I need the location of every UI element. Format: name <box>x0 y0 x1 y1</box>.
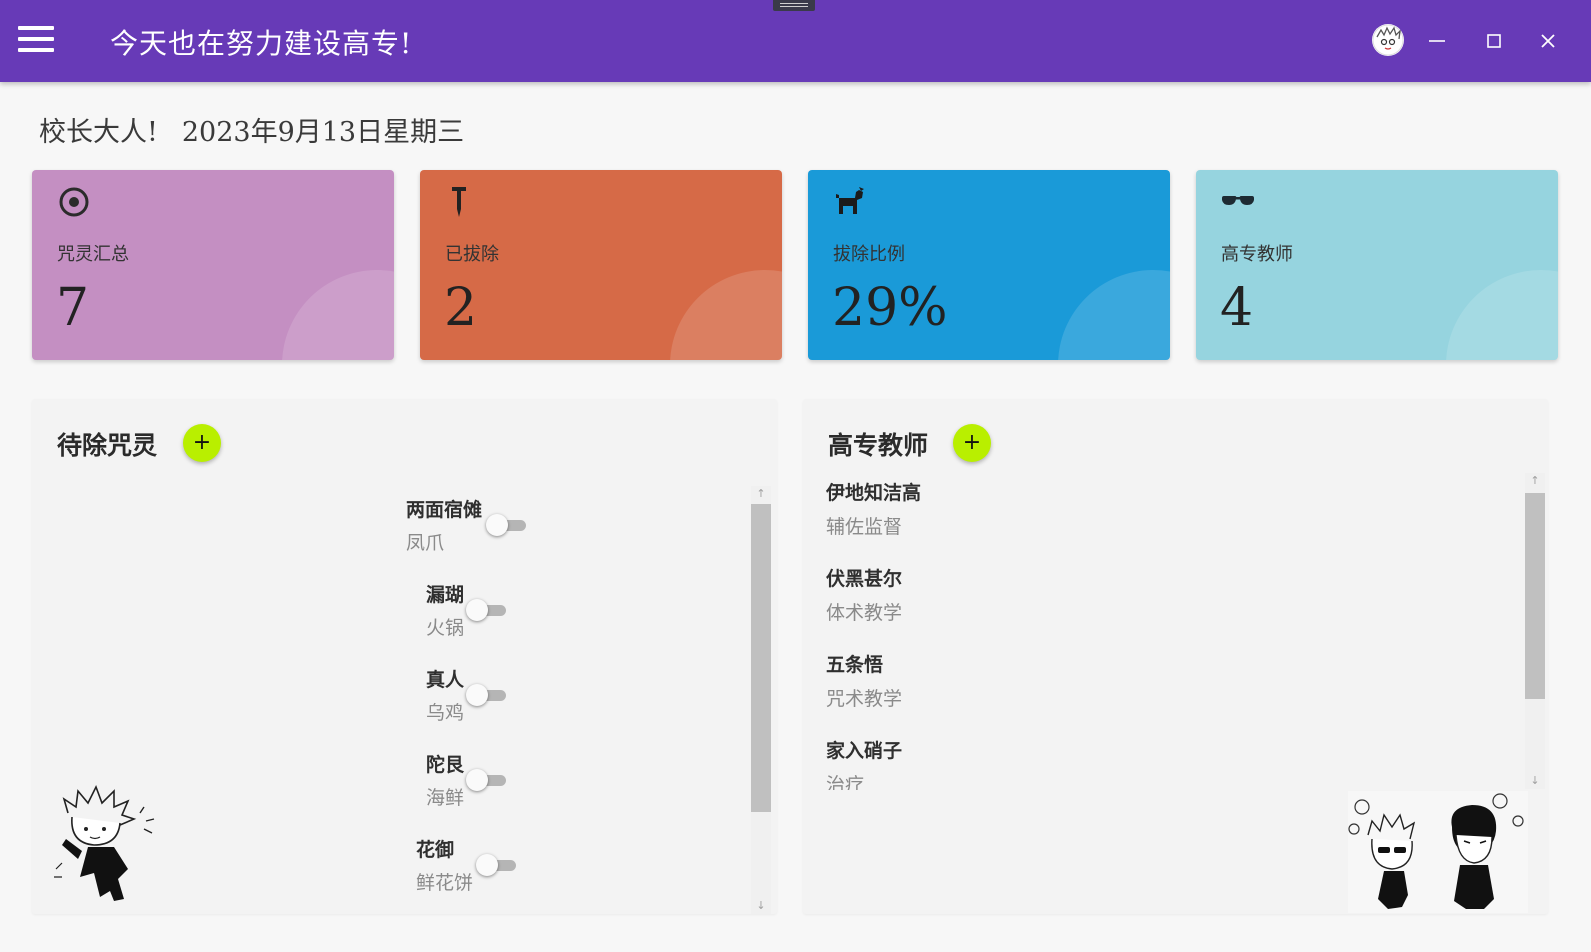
curse-subtitle: 鲜花饼 <box>416 872 474 894</box>
toggle-thumb <box>476 854 498 876</box>
stat-label: 高专教师 <box>1221 244 1293 265</box>
curse-name: 真人 <box>426 669 465 691</box>
greeting: 校长大人! 2023年9月13日星期三 <box>39 110 464 149</box>
teachers-scrollbar[interactable]: ↑ ↓ <box>1525 473 1545 789</box>
scroll-up-icon[interactable]: ↑ <box>1525 473 1545 489</box>
list-item[interactable]: 真人 乌鸡 <box>426 665 464 725</box>
drag-handle[interactable] <box>773 0 815 11</box>
teacher-name: 伏黑甚尔 <box>826 568 903 590</box>
chibi-duo-sketch-image <box>1348 791 1528 913</box>
exorcise-toggle[interactable] <box>466 684 506 706</box>
minimize-button[interactable] <box>1420 24 1454 58</box>
list-item[interactable]: 伏黑甚尔 体术教学 <box>826 564 1506 650</box>
list-item[interactable]: 伊地知洁高 辅佐监督 <box>826 478 1506 564</box>
teacher-role: 治疗 <box>826 774 865 790</box>
curse-subtitle: 凤爪 <box>406 532 445 554</box>
card-decoration <box>670 270 782 360</box>
scroll-down-icon[interactable]: ↓ <box>1525 773 1545 789</box>
teacher-list[interactable]: 伊地知洁高 辅佐监督 伏黑甚尔 体术教学 五条悟 咒术教学 家入硝子 治疗 <box>826 478 1506 790</box>
greeting-date: 2023年9月13日星期三 <box>181 117 465 148</box>
teacher-name: 伊地知洁高 <box>826 482 922 504</box>
toggle-thumb <box>466 599 488 621</box>
teachers-panel-title: 高专教师 <box>828 431 929 460</box>
stake-icon <box>452 187 466 217</box>
maximize-button[interactable] <box>1477 24 1511 58</box>
teachers-panel: 高专教师 + 伊地知洁高 辅佐监督 伏黑甚尔 体术教学 五条悟 咒术教学 家入硝… <box>803 399 1548 914</box>
scroll-down-icon[interactable]: ↓ <box>751 898 771 914</box>
stat-value: 4 <box>1220 278 1254 338</box>
curse-name: 陀艮 <box>426 754 465 776</box>
stat-card-exorcise-rate[interactable]: 拔除比例 29% <box>808 170 1170 360</box>
avatar-chibi-icon <box>1372 24 1404 56</box>
stat-card-exorcised[interactable]: 已拔除 2 <box>420 170 782 360</box>
app-title: 今天也在努力建设高专! <box>110 27 413 60</box>
stat-card-curses-total[interactable]: 咒灵汇总 7 <box>32 170 394 360</box>
toggle-thumb <box>466 684 488 706</box>
curse-name: 两面宿傩 <box>406 499 483 521</box>
list-item[interactable]: 漏瑚 火锅 <box>426 580 464 640</box>
teacher-name: 家入硝子 <box>826 740 903 762</box>
curse-name: 花御 <box>416 839 455 861</box>
toggle-thumb <box>486 514 508 536</box>
card-decoration <box>282 270 394 360</box>
stat-label: 已拔除 <box>445 244 499 265</box>
stat-label: 拔除比例 <box>833 244 905 265</box>
chibi-sketch-image <box>54 785 155 901</box>
curse-subtitle: 火锅 <box>426 617 465 639</box>
stat-value: 2 <box>444 278 478 338</box>
toggle-thumb <box>466 769 488 791</box>
curse-subtitle: 乌鸡 <box>426 702 465 724</box>
avatar[interactable] <box>1372 24 1404 56</box>
menu-icon[interactable] <box>18 26 54 54</box>
teacher-role: 辅佐监督 <box>826 516 903 538</box>
teacher-role: 咒术教学 <box>826 688 903 710</box>
sunglasses-icon <box>1222 196 1254 205</box>
list-item[interactable]: 陀艮 海鲜 <box>426 750 464 810</box>
curse-subtitle: 海鲜 <box>426 787 465 809</box>
exorcise-toggle[interactable] <box>476 854 516 876</box>
curses-panel-title: 待除咒灵 <box>57 431 158 460</box>
list-item[interactable]: 五条悟 咒术教学 <box>826 650 1506 736</box>
close-button[interactable] <box>1531 24 1565 58</box>
list-item[interactable]: 家入硝子 治疗 <box>826 736 1506 790</box>
minimize-icon <box>1429 40 1445 42</box>
target-icon <box>59 187 89 217</box>
dog-icon <box>836 187 864 214</box>
stat-label: 咒灵汇总 <box>57 244 129 265</box>
curses-panel: 待除咒灵 + 两面宿傩 凤爪 漏瑚 火锅 真人 乌鸡 陀艮 海鲜 花御 鲜花饼 <box>32 399 777 914</box>
stat-value: 29% <box>832 278 948 338</box>
curses-scrollbar[interactable]: ↑ ↓ <box>751 486 771 914</box>
teacher-name: 五条悟 <box>826 654 884 676</box>
exorcise-toggle[interactable] <box>466 599 506 621</box>
maximize-icon <box>1487 34 1501 48</box>
curse-name: 漏瑚 <box>426 584 465 606</box>
list-item[interactable]: 两面宿傩 凤爪 <box>406 495 482 555</box>
add-teacher-button[interactable]: + <box>953 424 991 462</box>
add-curse-button[interactable]: + <box>183 424 221 462</box>
list-item[interactable]: 花御 鲜花饼 <box>416 835 473 895</box>
exorcise-toggle[interactable] <box>466 769 506 791</box>
stat-value: 7 <box>56 278 90 338</box>
scrollbar-thumb[interactable] <box>751 504 771 812</box>
close-icon <box>1541 34 1555 48</box>
card-decoration <box>1446 270 1558 360</box>
scroll-up-icon[interactable]: ↑ <box>751 486 771 502</box>
stat-card-teachers[interactable]: 高专教师 4 <box>1196 170 1558 360</box>
card-decoration <box>1058 270 1170 360</box>
app-bar: 今天也在努力建设高专! <box>0 0 1591 82</box>
teacher-role: 体术教学 <box>826 602 903 624</box>
scrollbar-thumb[interactable] <box>1525 493 1545 699</box>
greeting-salutation: 校长大人! <box>39 117 158 148</box>
exorcise-toggle[interactable] <box>486 514 526 536</box>
